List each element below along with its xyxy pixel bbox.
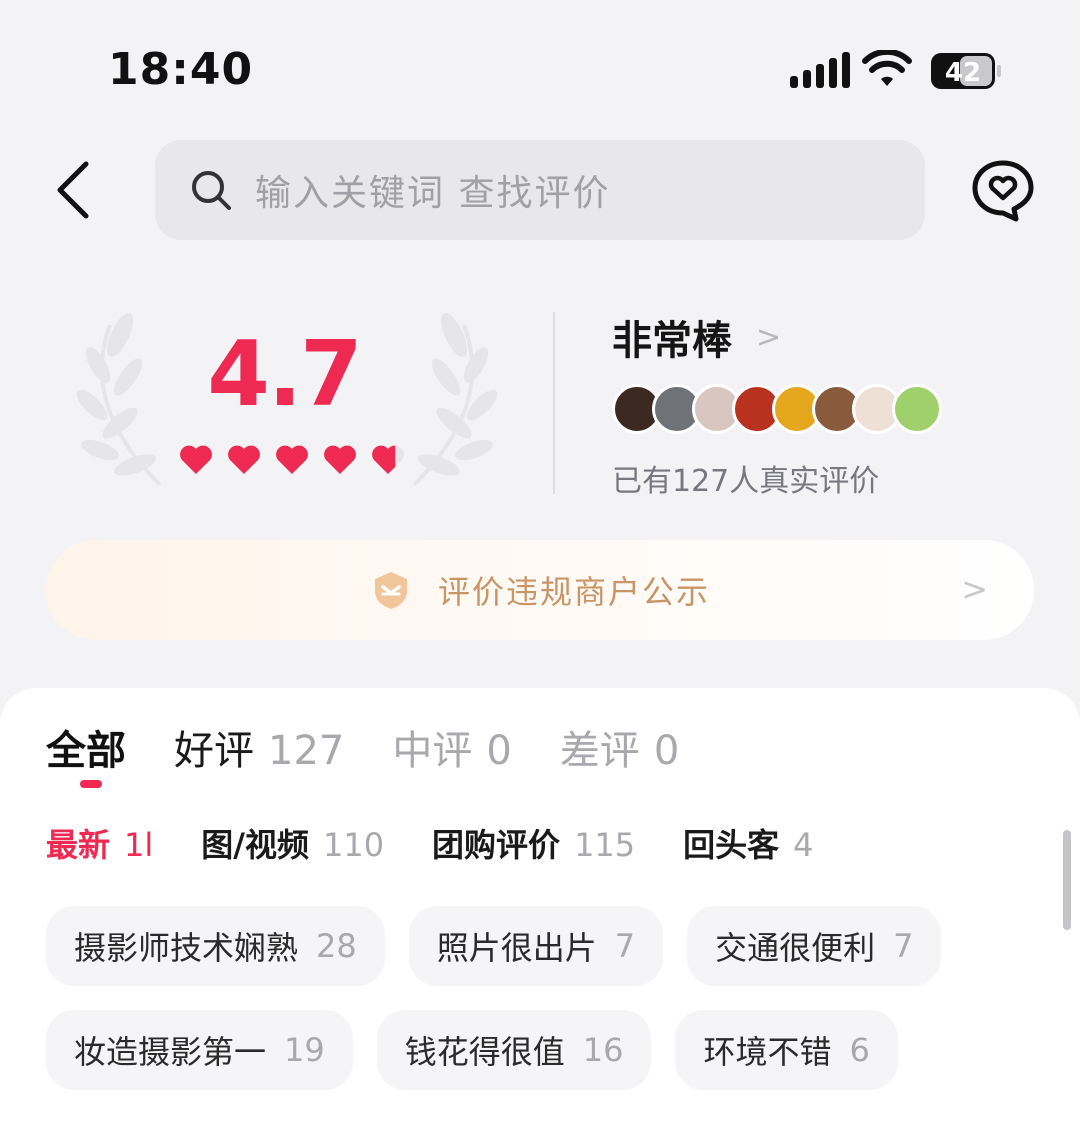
battery-level: 42 bbox=[945, 58, 981, 88]
filter-count: 110 bbox=[322, 826, 385, 864]
tab-all[interactable]: 全部 bbox=[46, 718, 126, 776]
filter-media[interactable]: 图/视频 110 bbox=[201, 820, 384, 866]
tag-label: 环境不错 bbox=[703, 1033, 832, 1071]
filter-label: 团购评价 bbox=[432, 826, 561, 864]
tag-chip[interactable]: 妆造摄影第一 19 bbox=[46, 1010, 353, 1090]
filter-label: 回头客 bbox=[683, 826, 780, 864]
review-tag-chips: 摄影师技术娴熟 28 照片很出片 7 交通很便利 7 妆造摄影第一 19 钱花得很值 16… bbox=[46, 906, 1006, 1090]
violation-notice-banner[interactable]: 评价违规商户公示 > bbox=[46, 540, 1034, 640]
avatar bbox=[892, 384, 942, 434]
tag-count: 6 bbox=[849, 1031, 870, 1069]
heart-icon bbox=[228, 445, 260, 474]
chevron-left-icon[interactable] bbox=[52, 160, 96, 220]
tab-label: 差评 bbox=[559, 728, 640, 774]
tag-count: 28 bbox=[316, 927, 357, 965]
laurel-left-icon bbox=[76, 312, 162, 487]
divider bbox=[553, 312, 555, 494]
chevron-right-icon: > bbox=[961, 570, 988, 608]
tab-positive[interactable]: 好评 127 bbox=[174, 718, 344, 776]
tag-label: 交通很便利 bbox=[715, 929, 876, 967]
tag-chip[interactable]: 摄影师技术娴熟 28 bbox=[46, 906, 385, 986]
heart-icon bbox=[276, 445, 308, 474]
filter-group-buy[interactable]: 团购评价 115 bbox=[432, 820, 635, 866]
review-count-text: 已有127人真实评价 bbox=[612, 464, 880, 499]
tab-count: 0 bbox=[486, 728, 512, 774]
search-input[interactable]: 输入关键词 查找评价 bbox=[155, 140, 925, 240]
notice-text: 评价违规商户公示 bbox=[437, 573, 710, 611]
review-filters: 最新 1l 图/视频 110 团购评价 115 回头客 4 bbox=[46, 820, 862, 866]
filter-count: 115 bbox=[574, 826, 636, 864]
tag-label: 摄影师技术娴熟 bbox=[74, 929, 299, 967]
rating-score: 4.7 bbox=[207, 322, 362, 427]
tab-label: 全部 bbox=[46, 728, 126, 774]
signal-icon bbox=[790, 52, 850, 88]
tab-label: 中评 bbox=[392, 728, 473, 774]
chevron-right-icon: > bbox=[756, 319, 782, 355]
filter-latest[interactable]: 最新 1l bbox=[46, 820, 153, 866]
tag-label: 钱花得很值 bbox=[404, 1033, 565, 1071]
tag-label: 妆造摄影第一 bbox=[74, 1033, 267, 1071]
filter-count: 1l bbox=[124, 826, 154, 864]
tag-count: 16 bbox=[582, 1031, 624, 1069]
heart-icon bbox=[324, 445, 356, 474]
heart-chat-icon[interactable] bbox=[970, 158, 1036, 224]
tab-neutral[interactable]: 中评 0 bbox=[392, 718, 511, 776]
reviewer-avatars bbox=[612, 384, 942, 434]
battery-icon: 42 bbox=[931, 53, 1001, 89]
tag-count: 7 bbox=[893, 927, 914, 965]
filter-returning[interactable]: 回头客 4 bbox=[683, 820, 813, 866]
tab-active-indicator bbox=[80, 780, 102, 788]
search-icon bbox=[192, 171, 231, 210]
rating-hearts bbox=[178, 442, 406, 476]
tag-chip[interactable]: 交通很便利 7 bbox=[687, 906, 942, 986]
tab-count: 127 bbox=[268, 728, 345, 774]
heart-icon bbox=[180, 445, 212, 474]
tag-chip[interactable]: 钱花得很值 16 bbox=[376, 1010, 652, 1090]
tab-label: 好评 bbox=[174, 728, 254, 774]
filter-count: 4 bbox=[793, 826, 814, 864]
search-placeholder: 输入关键词 查找评价 bbox=[255, 173, 611, 214]
tag-count: 19 bbox=[284, 1031, 325, 1069]
wifi-icon bbox=[862, 50, 912, 86]
filter-label: 图/视频 bbox=[201, 826, 309, 864]
review-tabs: 全部 好评 127 中评 0 差评 0 bbox=[46, 718, 727, 776]
tab-negative[interactable]: 差评 0 bbox=[560, 718, 679, 776]
rating-label: 非常棒 bbox=[612, 318, 732, 364]
scrollbar[interactable] bbox=[1063, 830, 1071, 930]
shield-icon bbox=[374, 572, 407, 609]
tag-count: 7 bbox=[614, 927, 636, 965]
status-time: 18:40 bbox=[108, 44, 254, 95]
tab-count: 0 bbox=[653, 728, 680, 774]
laurel-right-icon bbox=[412, 312, 498, 487]
tag-chip[interactable]: 照片很出片 7 bbox=[408, 906, 664, 986]
heart-icon bbox=[372, 445, 404, 474]
tag-label: 照片很出片 bbox=[436, 929, 597, 967]
rating-label-link[interactable]: 非常棒 > bbox=[612, 308, 781, 366]
filter-label: 最新 bbox=[46, 826, 111, 864]
tag-chip[interactable]: 环境不错 6 bbox=[675, 1010, 898, 1090]
